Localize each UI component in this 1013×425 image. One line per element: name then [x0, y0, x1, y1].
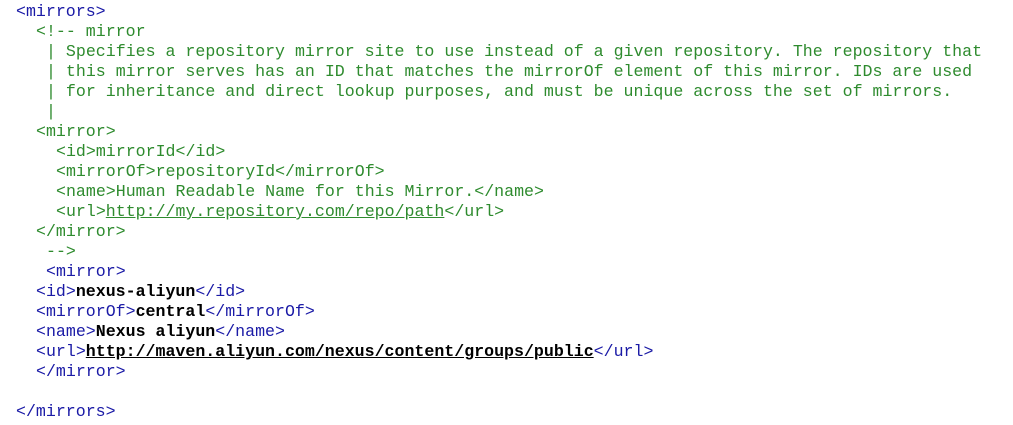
mirrorof-line: <mirrorOf>central</mirrorOf>: [36, 302, 315, 322]
comment-mirrorof-line: <mirrorOf>repositoryId</mirrorOf>: [56, 162, 385, 182]
mirrorof-value: central: [135, 302, 206, 321]
name-close-tag: </name>: [215, 322, 285, 341]
comment-id-close-tag: </id>: [175, 142, 226, 161]
name-value: Nexus aliyun: [95, 322, 216, 341]
comment-name-value: Human Readable Name for this Mirror.: [115, 182, 475, 201]
url-line: <url>http://maven.aliyun.com/nexus/conte…: [36, 342, 653, 362]
id-line: <id>nexus-aliyun</id>: [36, 282, 245, 302]
mirrorof-open-tag: <mirrorOf>: [36, 302, 136, 321]
comment-mirrorof-close-tag: </mirrorOf>: [275, 162, 385, 181]
comment-line: | Specifies a repository mirror site to …: [46, 42, 983, 61]
url-open-tag: <url>: [36, 342, 86, 361]
mirrors-open-tag: <mirrors>: [16, 2, 106, 21]
id-close-tag: </id>: [195, 282, 246, 301]
url-link[interactable]: http://maven.aliyun.com/nexus/content/gr…: [86, 342, 594, 361]
comment-url-close-tag: </url>: [444, 202, 505, 221]
name-open-tag: <name>: [36, 322, 96, 341]
code-line: <name>Human Readable Name for this Mirro…: [0, 182, 1013, 202]
code-line: <url>http://maven.aliyun.com/nexus/conte…: [0, 342, 1013, 362]
mirrorof-close-tag: </mirrorOf>: [205, 302, 315, 321]
mirrors-close-tag: </mirrors>: [16, 402, 116, 421]
code-line: |: [0, 102, 1013, 122]
id-value: nexus-aliyun: [75, 282, 196, 301]
code-line: <mirror>: [0, 122, 1013, 142]
id-open-tag: <id>: [36, 282, 76, 301]
mirror-close-tag: </mirror>: [36, 362, 126, 381]
comment-url-link[interactable]: http://my.repository.com/repo/path: [106, 202, 445, 221]
url-close-tag: </url>: [593, 342, 654, 361]
comment-id-open-tag: <id>: [56, 142, 96, 161]
comment-line: | for inheritance and direct lookup purp…: [46, 82, 953, 101]
code-line: <id>nexus-aliyun</id>: [0, 282, 1013, 302]
code-line: <name>Nexus aliyun</name>: [0, 322, 1013, 342]
code-line: <mirrors>: [0, 2, 1013, 22]
comment-name-close-tag: </name>: [474, 182, 544, 201]
code-line: <mirrorOf>central</mirrorOf>: [0, 302, 1013, 322]
comment-url-line: <url>http://my.repository.com/repo/path<…: [56, 202, 504, 222]
comment-id-value: mirrorId: [95, 142, 176, 161]
code-line: <id>mirrorId</id>: [0, 142, 1013, 162]
code-line: <url>http://my.repository.com/repo/path<…: [0, 202, 1013, 222]
comment-mirror-close-tag: </mirror>: [36, 222, 126, 241]
comment-close: -->: [46, 242, 76, 261]
code-view: <mirrors> <!-- mirror | Specifies a repo…: [0, 0, 1013, 425]
comment-name-line: <name>Human Readable Name for this Mirro…: [56, 182, 544, 202]
comment-id-line: <id>mirrorId</id>: [56, 142, 225, 162]
comment-mirrorof-value: repositoryId: [155, 162, 276, 181]
code-line: </mirror>: [0, 362, 1013, 382]
comment-url-open-tag: <url>: [56, 202, 106, 221]
code-line: <mirror>: [0, 262, 1013, 282]
code-line: | this mirror serves has an ID that matc…: [0, 62, 1013, 82]
mirror-open-tag: <mirror>: [46, 262, 126, 281]
comment-mirror-open-tag: <mirror>: [36, 122, 116, 141]
code-line: | Specifies a repository mirror site to …: [0, 42, 1013, 62]
comment-open: <!-- mirror: [36, 22, 146, 41]
code-line: <!-- mirror: [0, 22, 1013, 42]
code-line: | for inheritance and direct lookup purp…: [0, 82, 1013, 102]
comment-name-open-tag: <name>: [56, 182, 116, 201]
comment-line: | this mirror serves has an ID that matc…: [46, 62, 973, 81]
comment-mirrorof-open-tag: <mirrorOf>: [56, 162, 156, 181]
code-line: -->: [0, 242, 1013, 262]
name-line: <name>Nexus aliyun</name>: [36, 322, 285, 342]
comment-line: |: [46, 102, 56, 121]
code-line: </mirror>: [0, 222, 1013, 242]
code-line: </mirrors>: [0, 402, 1013, 422]
code-line: <mirrorOf>repositoryId</mirrorOf>: [0, 162, 1013, 182]
